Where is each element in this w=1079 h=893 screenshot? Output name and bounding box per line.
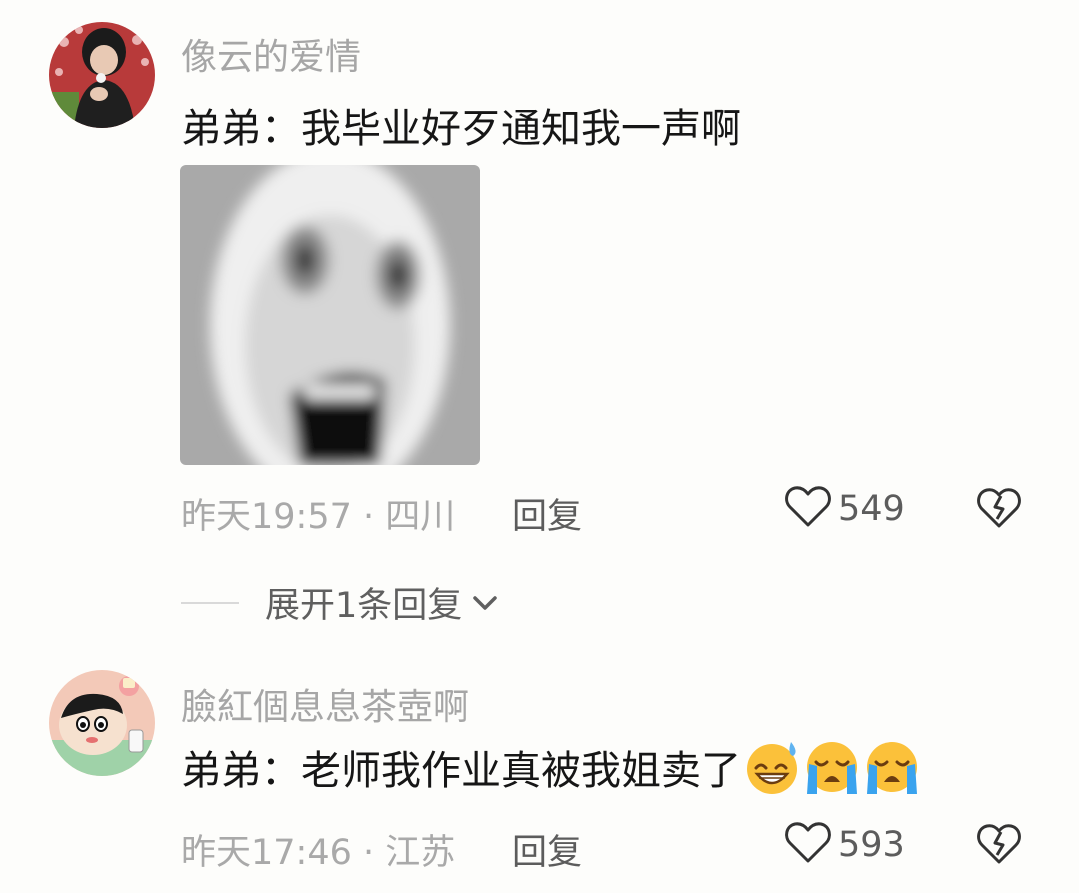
like-button[interactable]: 593: [784, 821, 905, 869]
comment-time: 昨天19:57: [181, 497, 352, 537]
expand-replies-label: 展开1条回复: [265, 586, 463, 626]
comment-meta: 昨天17:46 · 江苏: [181, 824, 455, 875]
comment-location: 江苏: [385, 833, 456, 873]
comment-location: 四川: [385, 497, 456, 537]
like-button[interactable]: 549: [784, 485, 905, 533]
comment-text: 弟弟：老师我作业真被我姐卖了: [181, 738, 921, 796]
grinning-sweat-emoji: [743, 738, 801, 796]
loudly-crying-emoji: [803, 738, 861, 796]
expand-replies-button[interactable]: 展开1条回复: [181, 577, 498, 628]
heart-icon: [784, 485, 832, 533]
comment-text: 弟弟：我毕业好歹通知我一声啊: [181, 96, 741, 154]
like-count: 549: [838, 489, 905, 529]
username[interactable]: 像云的爱情: [181, 28, 361, 80]
chevron-down-icon: [472, 594, 498, 612]
comment-text-body: 弟弟：我毕业好歹通知我一声啊: [181, 106, 741, 152]
broken-heart-icon: [976, 824, 1022, 869]
username[interactable]: 臉紅個息息茶壺啊: [181, 678, 469, 730]
dislike-button[interactable]: [976, 487, 1022, 533]
reply-button[interactable]: 回复: [512, 488, 582, 539]
comment-text-body: 弟弟：老师我作业真被我姐卖了: [181, 748, 741, 794]
dislike-button[interactable]: [976, 823, 1022, 869]
like-count: 593: [838, 825, 905, 865]
reply-button[interactable]: 回复: [512, 824, 582, 875]
heart-icon: [784, 821, 832, 869]
meta-separator: ·: [351, 833, 386, 873]
loudly-crying-emoji: [863, 738, 921, 796]
meta-separator: ·: [351, 497, 386, 537]
comment-time: 昨天17:46: [181, 833, 352, 873]
avatar[interactable]: [49, 670, 155, 776]
expand-divider: [181, 601, 239, 604]
broken-heart-icon: [976, 488, 1022, 533]
avatar[interactable]: [49, 22, 155, 128]
meme-face-image[interactable]: [180, 165, 480, 465]
comment-meta: 昨天19:57 · 四川: [181, 488, 455, 539]
